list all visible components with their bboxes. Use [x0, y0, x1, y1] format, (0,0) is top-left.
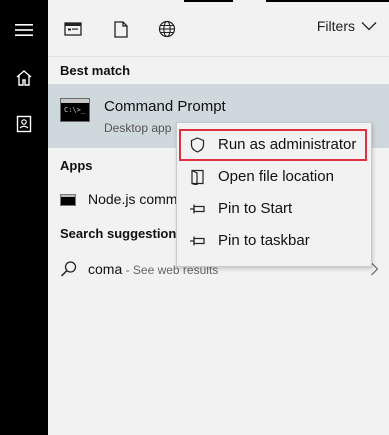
search-suggestions-heading: Search suggestions [60, 226, 184, 241]
filters-dropdown[interactable]: Filters [317, 18, 377, 34]
apps-heading: Apps [60, 158, 93, 173]
suggestion-query: coma [88, 261, 123, 277]
web-filter-icon [158, 20, 176, 38]
apps-filter-button[interactable] [60, 16, 86, 42]
open-folder-icon [189, 169, 205, 185]
pin-icon [189, 233, 205, 249]
menu-item-label: Run as administrator [218, 136, 357, 153]
pin-icon [189, 201, 205, 217]
app-result-label: Node.js command prompt [88, 191, 180, 207]
filter-toolbar: Filters [48, 0, 389, 57]
documents-icon [16, 115, 32, 133]
apps-filter-icon [64, 22, 82, 36]
documents-filter-icon [114, 20, 128, 38]
top-edge-segment [266, 0, 389, 2]
web-filter-button[interactable] [154, 16, 180, 42]
command-prompt-icon [60, 194, 76, 206]
menu-item-label: Pin to Start [218, 200, 293, 217]
menu-item-label: Pin to taskbar [218, 232, 310, 249]
documents-button[interactable] [0, 102, 48, 146]
best-match-title: Command Prompt [104, 98, 226, 115]
best-match-heading: Best match [60, 63, 131, 78]
menu-item-pin-to-start[interactable]: Pin to Start [179, 193, 367, 225]
search-icon [60, 261, 77, 277]
shield-icon [189, 137, 205, 153]
context-menu: Run as administrator Open file location … [176, 122, 372, 267]
hamburger-menu-icon [15, 24, 33, 36]
home-icon [16, 70, 32, 86]
menu-item-run-as-administrator[interactable]: Run as administrator [179, 129, 367, 161]
command-prompt-icon: C:\>_ [60, 98, 90, 122]
hamburger-menu-button[interactable] [0, 8, 48, 52]
filters-label: Filters [316, 18, 355, 34]
chevron-down-icon [361, 22, 377, 31]
best-match-subtitle: Desktop app [104, 121, 172, 135]
start-sidebar [0, 0, 48, 435]
menu-item-open-file-location[interactable]: Open file location [179, 161, 367, 193]
menu-item-label: Open file location [218, 168, 334, 185]
home-button[interactable] [0, 56, 48, 100]
top-edge-segment [184, 0, 233, 2]
menu-item-pin-to-taskbar[interactable]: Pin to taskbar [179, 225, 367, 257]
documents-filter-button[interactable] [108, 16, 134, 42]
